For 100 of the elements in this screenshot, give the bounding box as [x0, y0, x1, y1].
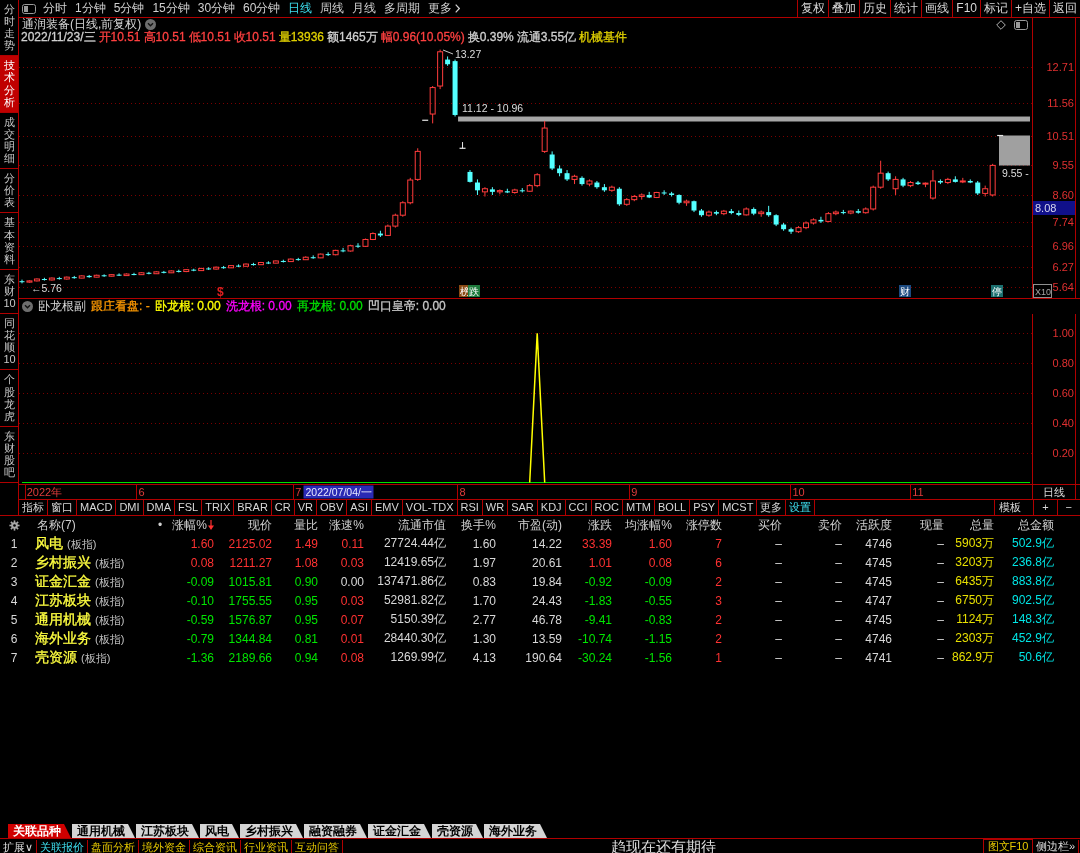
toolbar-button[interactable]: 画线 — [921, 0, 953, 17]
indicator-tab[interactable]: MACD — [77, 500, 117, 515]
indicator-tab[interactable]: CR — [271, 500, 295, 515]
column-header[interactable]: 涨幅% — [172, 516, 214, 534]
sector-name[interactable]: 通用机械 — [35, 610, 91, 629]
template-button[interactable]: 模板 — [994, 500, 1026, 515]
column-header[interactable]: • — [157, 518, 163, 532]
indicator-tab[interactable]: ASI — [347, 500, 372, 515]
panel-toggle-icon[interactable] — [1014, 19, 1028, 30]
status-tab[interactable]: 盘面分析 — [88, 839, 140, 853]
sector-tab[interactable]: 融资融券 — [304, 824, 367, 838]
status-tab[interactable]: 行业资讯 — [241, 839, 293, 853]
period-tab[interactable]: 1分钟 — [71, 0, 110, 17]
period-tab[interactable]: 月线 — [348, 0, 381, 17]
column-header[interactable]: 卖价 — [818, 516, 842, 534]
diamond-icon[interactable] — [996, 19, 1006, 30]
column-header[interactable]: 名称(7) — [37, 516, 76, 534]
period-tab[interactable]: 15分钟 — [148, 0, 194, 17]
indicator-tab[interactable]: MTM — [623, 500, 656, 515]
indicator-tab[interactable]: WR — [482, 500, 509, 515]
indicator-tab[interactable]: BOLL — [655, 500, 691, 515]
indicator-tab[interactable]: 窗口 — [48, 500, 77, 515]
period-tab[interactable]: 分时 — [39, 0, 71, 17]
sidebar-tab[interactable]: 技术分析 — [0, 56, 18, 113]
status-tab[interactable]: 综合资讯 — [190, 839, 242, 853]
period-tab[interactable]: 日线 — [284, 0, 317, 17]
column-header[interactable]: 总量 — [970, 516, 994, 534]
sector-tab[interactable]: 证金汇金 — [368, 824, 431, 838]
sector-name[interactable]: 江苏板块 — [35, 591, 91, 610]
indicator-tab[interactable]: FSL — [175, 500, 203, 515]
sector-name[interactable]: 风电 — [35, 534, 63, 553]
sector-name[interactable]: 壳资源 — [35, 648, 77, 667]
indicator-tab[interactable]: 更多 — [757, 500, 787, 515]
toolbar-button[interactable]: 叠加 — [828, 0, 860, 17]
expand-button[interactable]: 扩展∨ — [0, 839, 38, 853]
indicator-tab[interactable]: ROC — [591, 500, 623, 515]
scale-button[interactable]: X10 — [1033, 284, 1052, 298]
f10-button[interactable]: 图文F10 — [983, 839, 1033, 853]
sector-name[interactable]: 证金汇金 — [35, 572, 91, 591]
column-header[interactable]: 市盈(动) — [518, 516, 562, 534]
sector-tab[interactable]: 通用机械 — [72, 824, 135, 838]
sector-tab[interactable]: 关联品种 — [8, 824, 71, 838]
indicator-tab[interactable]: BRAR — [234, 500, 272, 515]
period-tab[interactable]: 多周期 — [380, 0, 425, 17]
column-header[interactable]: 现量 — [920, 516, 944, 534]
column-header[interactable]: 流通市值 — [398, 516, 446, 534]
indicator-tab[interactable]: KDJ — [537, 500, 566, 515]
column-header[interactable]: 均涨幅% — [625, 516, 672, 534]
sector-tab[interactable]: 江苏板块 — [136, 824, 199, 838]
toolbar-button[interactable]: +自选 — [1011, 0, 1049, 17]
toolbar-button[interactable]: 标记 — [980, 0, 1011, 17]
indicator-tab[interactable]: VOL-TDX — [402, 500, 458, 515]
toolbar-button[interactable]: 历史 — [859, 0, 891, 17]
indicator-tab[interactable]: CCI — [565, 500, 592, 515]
column-header[interactable]: 现价 — [248, 516, 272, 534]
minus-button[interactable]: − — [1056, 500, 1080, 515]
column-header[interactable]: 总金额 — [1018, 516, 1054, 534]
indicator-tab[interactable]: SAR — [508, 500, 538, 515]
plus-button[interactable]: + — [1033, 500, 1057, 515]
toolbar-button[interactable]: F10 — [952, 0, 980, 17]
indicator-tab[interactable]: EMV — [371, 500, 403, 515]
status-tab[interactable]: 境外资金 — [139, 839, 191, 853]
sector-tab[interactable]: 乡村振兴 — [240, 824, 303, 838]
sector-tab[interactable]: 风电 — [200, 824, 239, 838]
period-tab[interactable]: 60分钟 — [239, 0, 285, 17]
gear-icon[interactable] — [8, 519, 20, 531]
column-header[interactable]: 涨速% — [329, 516, 364, 534]
column-header[interactable]: 换手% — [461, 516, 496, 534]
period-tab[interactable]: 30分钟 — [193, 0, 240, 17]
status-tab[interactable]: 关联报价 — [37, 839, 89, 853]
toolbar-button[interactable]: 复权 — [797, 0, 829, 17]
sector-tab[interactable]: 海外业务 — [484, 824, 547, 838]
indicator-tab[interactable]: VR — [294, 500, 317, 515]
sidebar-toggle-button[interactable]: 侧边栏» — [1033, 840, 1079, 853]
indicator-tab[interactable]: 指标 — [19, 500, 48, 515]
indicator-tab[interactable]: PSY — [690, 500, 720, 515]
period-tab[interactable]: 5分钟 — [109, 0, 149, 17]
sector-name[interactable]: 乡村振兴 — [35, 553, 91, 572]
indicator-tab[interactable]: DMI — [116, 500, 144, 515]
dropdown-icon[interactable] — [145, 19, 157, 30]
indicator-tab[interactable]: OBV — [317, 500, 348, 515]
indicator-tab[interactable]: DMA — [143, 500, 175, 515]
indicator-tab[interactable]: TRIX — [202, 500, 235, 515]
settings-tab[interactable]: 设置 — [786, 500, 816, 515]
status-tab[interactable]: 互动问答 — [292, 839, 344, 853]
indicator-tab[interactable]: RSI — [457, 500, 483, 515]
sector-name[interactable]: 海外业务 — [35, 629, 91, 648]
indicator-tab[interactable]: MCST — [719, 500, 758, 515]
panel-toggle-icon[interactable] — [22, 3, 36, 14]
column-header[interactable]: 买价 — [758, 516, 782, 534]
sector-tab[interactable]: 壳资源 — [432, 824, 483, 838]
column-header[interactable]: 量比 — [294, 516, 318, 534]
dropdown-icon[interactable] — [22, 301, 33, 312]
more-button[interactable]: 更多 — [424, 0, 465, 17]
period-tab[interactable]: 周线 — [316, 0, 349, 17]
column-header[interactable]: 活跃度 — [856, 516, 892, 534]
toolbar-button[interactable]: 统计 — [890, 0, 922, 17]
column-header[interactable]: 涨跌 — [588, 516, 612, 534]
toolbar-button[interactable]: 返回 — [1049, 0, 1080, 17]
column-header[interactable]: 涨停数 — [686, 516, 722, 534]
